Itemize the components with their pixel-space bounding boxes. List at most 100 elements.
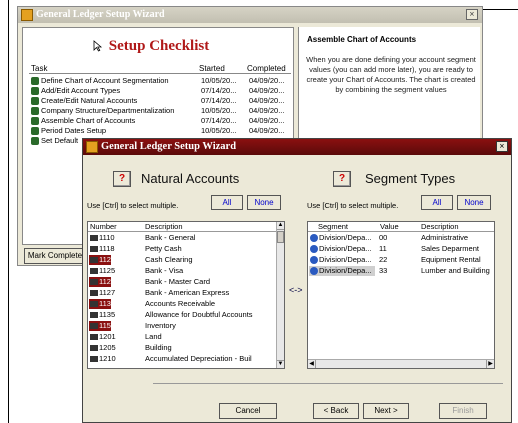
natural-accounts-none-button[interactable]: None — [247, 195, 281, 210]
segment-types-help-button[interactable]: ? — [333, 171, 351, 187]
traffic-light-icon — [31, 107, 39, 115]
segment-types-list[interactable]: Segment Value Description Division/Depa.… — [307, 221, 495, 369]
account-row[interactable]: 1127 Bank - American Express — [89, 288, 267, 298]
checklist-row[interactable]: Company Structure/Departmentalization 10/… — [31, 106, 293, 116]
segment-name-text: Division/Depa... — [319, 233, 372, 242]
account-icon — [90, 345, 98, 351]
account-row[interactable]: 1210 Accumulated Depreciation - Buil — [89, 354, 267, 364]
segment-description: Administrative — [421, 233, 469, 242]
natural-accounts-title: Natural Accounts — [141, 171, 240, 186]
traffic-light-icon — [31, 137, 39, 145]
segment-types-all-button[interactable]: All — [421, 195, 453, 210]
natural-accounts-header: Number Description — [88, 222, 284, 232]
checklist-row[interactable]: Create/Edit Natural Accounts 07/14/20... 0… — [31, 96, 293, 106]
segment-value: 22 — [379, 255, 388, 264]
account-icon — [90, 323, 98, 329]
task-started: 10/05/20... — [201, 106, 237, 115]
task-completed: 04/09/20... — [249, 106, 285, 115]
account-row[interactable]: 1125 Bank - Visa — [89, 266, 267, 276]
scroll-right-arrow-icon[interactable]: ▶ — [486, 360, 494, 368]
natural-accounts-list[interactable]: Number Description 1110 Bank - General 111… — [87, 221, 285, 369]
dialog-titlebar[interactable]: General Ledger Setup Wizard × — [83, 139, 511, 155]
segment-name: Division/Depa... — [309, 244, 375, 254]
dialog-title: General Ledger Setup Wizard — [101, 141, 237, 152]
checklist-row[interactable]: Define Chart of Account Segmentation 10/0… — [31, 76, 293, 86]
cancel-button[interactable]: Cancel — [219, 403, 277, 419]
account-number-text: 1127 — [99, 288, 116, 297]
mark-complete-button[interactable]: Mark Complete — [24, 248, 86, 264]
task-completed: 04/09/20... — [249, 116, 285, 125]
account-row[interactable]: 1201 Land — [89, 332, 267, 342]
col-value: Value — [380, 222, 399, 231]
col-segment: Segment — [318, 222, 349, 231]
traffic-light-icon — [31, 97, 39, 105]
account-number-text: 1201 — [99, 332, 116, 341]
segment-types-scrollbar[interactable]: ◀ ▶ — [308, 359, 494, 368]
account-row[interactable]: 1150 Inventory — [89, 321, 267, 331]
account-row[interactable]: 1135 Allowance for Doubtful Accounts — [89, 310, 267, 320]
account-description: Bank - Visa — [145, 266, 184, 275]
task-name: Create/Edit Natural Accounts — [41, 96, 138, 105]
account-number-text: 1126 — [99, 277, 116, 286]
close-button[interactable]: × — [466, 9, 478, 20]
page-frame-left — [8, 0, 9, 423]
scroll-down-arrow-icon[interactable]: ▼ — [277, 360, 284, 368]
task-completed: 04/09/20... — [249, 126, 285, 135]
next-button[interactable]: Next > — [363, 403, 409, 419]
scroll-up-arrow-icon[interactable]: ▲ — [277, 222, 284, 230]
info-title: Assemble Chart of Accounts — [307, 35, 417, 44]
task-started: 07/14/20... — [201, 96, 237, 105]
account-description: Building — [145, 343, 172, 352]
col-task: Task — [31, 64, 48, 73]
segment-row[interactable]: Division/Depa... 22 Equipment Rental — [309, 255, 491, 265]
segment-name-text: Division/Depa... — [319, 244, 372, 253]
account-row[interactable]: 1118 Petty Cash — [89, 244, 267, 254]
segment-types-none-button[interactable]: None — [457, 195, 491, 210]
account-row[interactable]: 1126 Bank - Master Card — [89, 277, 267, 287]
natural-accounts-scrollbar[interactable]: ▲ ▼ — [276, 222, 284, 368]
account-number-text: 1205 — [99, 343, 116, 352]
task-name: Define Chart of Account Segmentation — [41, 76, 169, 85]
account-row[interactable]: 1130 Accounts Receivable — [89, 299, 267, 309]
link-arrow: <-> — [289, 285, 303, 295]
col-number: Number — [90, 222, 117, 231]
window-titlebar[interactable]: General Ledger Setup Wizard × — [18, 7, 482, 23]
segment-description: Equipment Rental — [421, 255, 481, 264]
task-completed: 04/09/20... — [249, 86, 285, 95]
globe-icon — [310, 245, 318, 253]
scroll-thumb[interactable] — [277, 231, 284, 243]
scroll-left-arrow-icon[interactable]: ◀ — [308, 360, 316, 368]
task-started: 07/14/20... — [201, 116, 237, 125]
account-description: Cash Clearing — [145, 255, 193, 264]
account-number-text: 1110 — [99, 233, 115, 242]
account-icon — [90, 290, 98, 296]
checklist-row[interactable]: Period Dates Setup 10/05/20... 04/09/20... — [31, 126, 293, 136]
account-row[interactable]: 1205 Building — [89, 343, 267, 353]
account-icon — [90, 334, 98, 340]
account-description: Inventory — [145, 321, 176, 330]
natural-accounts-all-button[interactable]: All — [211, 195, 243, 210]
dialog-close-button[interactable]: × — [496, 141, 508, 152]
task-name: Set Default — [41, 136, 79, 145]
segment-row[interactable]: Division/Depa... 33 Lumber and Building — [309, 266, 491, 276]
account-description: Land — [145, 332, 162, 341]
app-icon — [86, 141, 98, 153]
account-row[interactable]: 1110 Bank - General — [89, 233, 267, 243]
checklist-row[interactable]: Add/Edit Account Types 07/14/20... 04/09/2… — [31, 86, 293, 96]
segment-value: 33 — [379, 266, 388, 275]
finish-button[interactable]: Finish — [439, 403, 487, 419]
task-name: Assemble Chart of Accounts — [41, 116, 136, 125]
col-description: Description — [421, 222, 459, 231]
account-row[interactable]: 1120 Cash Clearing — [89, 255, 267, 265]
natural-accounts-help-button[interactable]: ? — [113, 171, 131, 187]
segment-description: Sales Deparment — [421, 244, 479, 253]
back-button[interactable]: < Back — [313, 403, 359, 419]
segment-name-text: Division/Depa... — [319, 266, 372, 275]
segment-row[interactable]: Division/Depa... 11 Sales Deparment — [309, 244, 491, 254]
checklist-row[interactable]: Assemble Chart of Accounts 07/14/20... 04/… — [31, 116, 293, 126]
window-title: General Ledger Setup Wizard — [36, 9, 165, 20]
col-completed: Completed — [247, 64, 286, 73]
task-completed: 04/09/20... — [249, 96, 285, 105]
checklist-header: Task Started Completed — [29, 64, 291, 74]
segment-row[interactable]: Division/Depa... 00 Administrative — [309, 233, 491, 243]
